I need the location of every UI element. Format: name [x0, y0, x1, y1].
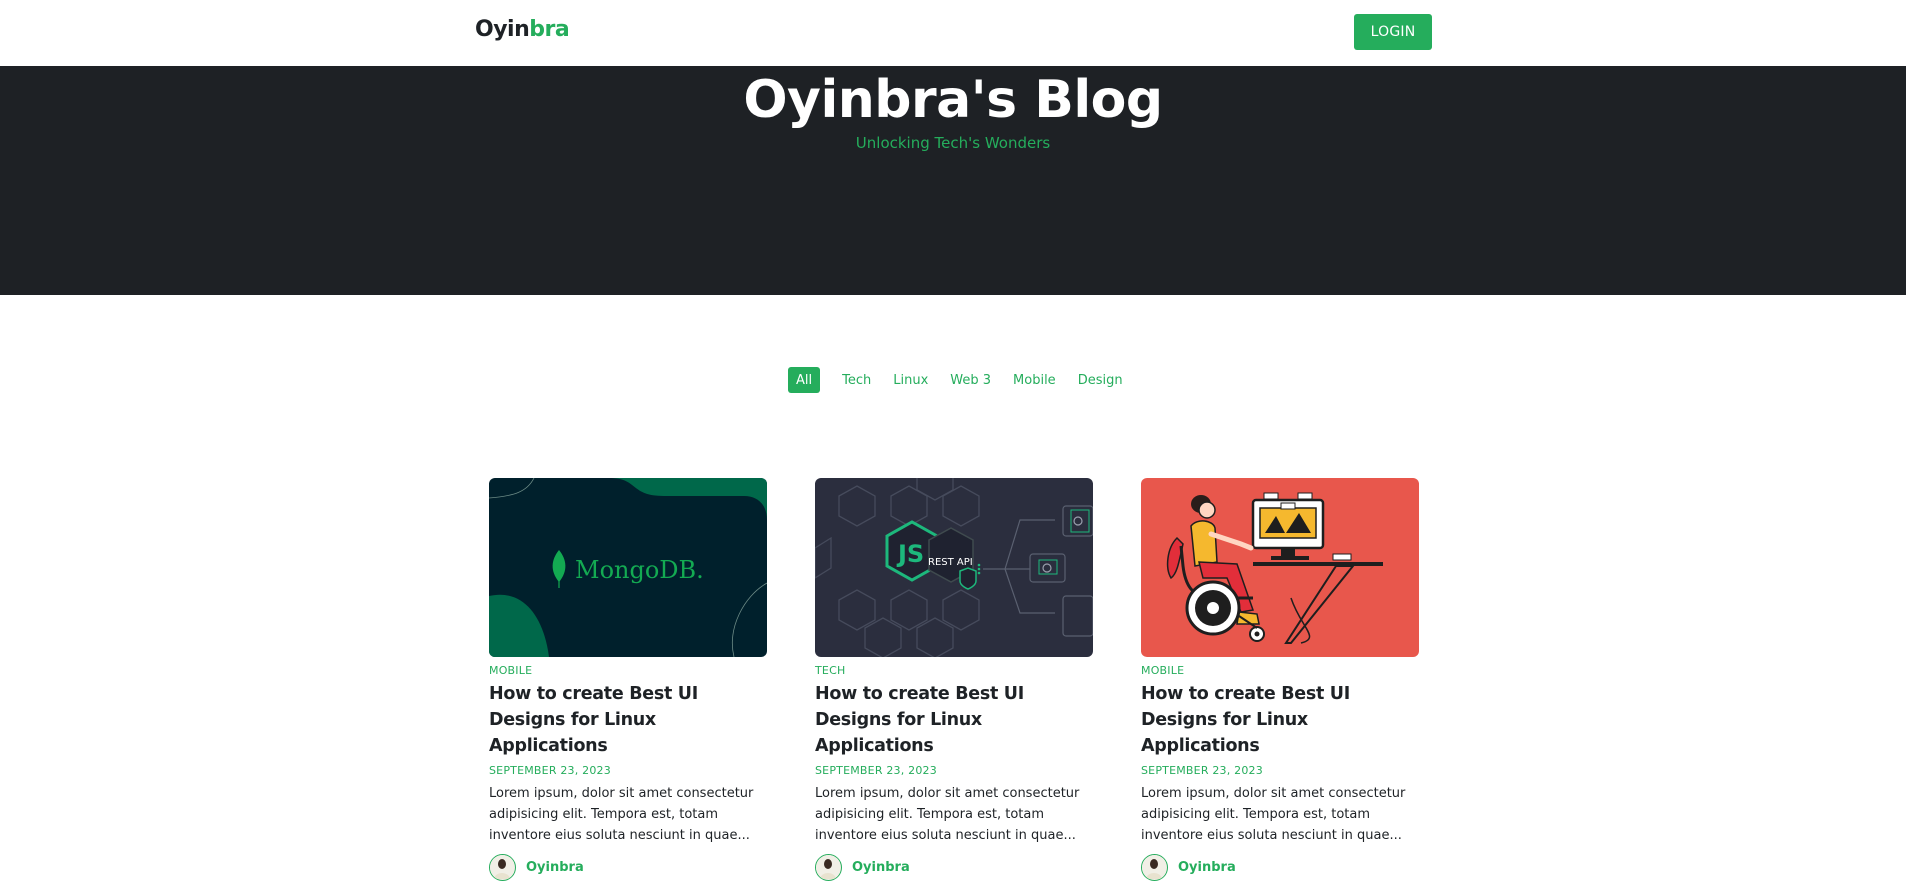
- login-button[interactable]: LOGIN: [1354, 14, 1432, 50]
- site-logo[interactable]: Oyinbra: [475, 17, 570, 42]
- post-card[interactable]: MongoDB. MOBILE How to create Best UI De…: [489, 478, 767, 881]
- post-title[interactable]: How to create Best UI Designs for Linux …: [489, 681, 767, 759]
- post-excerpt: Lorem ipsum, dolor sit amet consectetur …: [815, 786, 1080, 843]
- post-date: SEPTEMBER 23, 2023: [489, 764, 611, 777]
- post-category[interactable]: MOBILE: [489, 664, 767, 677]
- filter-linux[interactable]: Linux: [885, 367, 936, 393]
- author-avatar: [815, 854, 842, 881]
- post-thumbnail-designer-illustration[interactable]: [1141, 478, 1419, 657]
- author-avatar: [489, 854, 516, 881]
- author-name[interactable]: Oyinbra: [852, 860, 910, 875]
- post-card[interactable]: MOBILE How to create Best UI Designs for…: [1141, 478, 1419, 881]
- post-title[interactable]: How to create Best UI Designs for Linux …: [1141, 681, 1419, 759]
- post-category[interactable]: TECH: [815, 664, 1093, 677]
- post-author[interactable]: Oyinbra: [489, 854, 767, 881]
- post-date: SEPTEMBER 23, 2023: [815, 764, 937, 777]
- post-excerpt: Lorem ipsum, dolor sit amet consectetur …: [1141, 786, 1406, 843]
- author-name[interactable]: Oyinbra: [526, 860, 584, 875]
- mongodb-logo-text: MongoDB.: [575, 556, 704, 584]
- author-name[interactable]: Oyinbra: [1178, 860, 1236, 875]
- author-avatar: [1141, 854, 1168, 881]
- rest-api-label: REST API: [928, 557, 973, 568]
- post-title[interactable]: How to create Best UI Designs for Linux …: [815, 681, 1093, 759]
- category-filters: All Tech Linux Web 3 Mobile Design: [788, 367, 1137, 393]
- svg-text:JS: JS: [896, 540, 924, 568]
- post-category[interactable]: MOBILE: [1141, 664, 1419, 677]
- post-thumbnail-nodejs[interactable]: JS REST API: [815, 478, 1093, 657]
- post-excerpt: Lorem ipsum, dolor sit amet consectetur …: [489, 786, 754, 843]
- post-thumbnail-mongodb[interactable]: MongoDB.: [489, 478, 767, 657]
- navbar: Oyinbra LOGIN: [0, 0, 1906, 66]
- hero-banner: Oyinbra's Blog Unlocking Tech's Wonders: [0, 66, 1906, 295]
- post-author[interactable]: Oyinbra: [815, 854, 1093, 881]
- filter-mobile[interactable]: Mobile: [1005, 367, 1064, 393]
- post-card[interactable]: JS REST API TECH How to create Best UI D…: [815, 478, 1093, 881]
- filter-tech[interactable]: Tech: [834, 367, 879, 393]
- logo-accent-text: bra: [529, 17, 570, 42]
- filter-design[interactable]: Design: [1070, 367, 1131, 393]
- hero-subtitle: Unlocking Tech's Wonders: [855, 134, 1051, 152]
- post-date: SEPTEMBER 23, 2023: [1141, 764, 1263, 777]
- hero-title: Oyinbra's Blog: [743, 70, 1163, 130]
- logo-main-text: Oyin: [475, 17, 530, 42]
- post-author[interactable]: Oyinbra: [1141, 854, 1419, 881]
- filter-web3[interactable]: Web 3: [942, 367, 999, 393]
- filter-all[interactable]: All: [788, 367, 821, 393]
